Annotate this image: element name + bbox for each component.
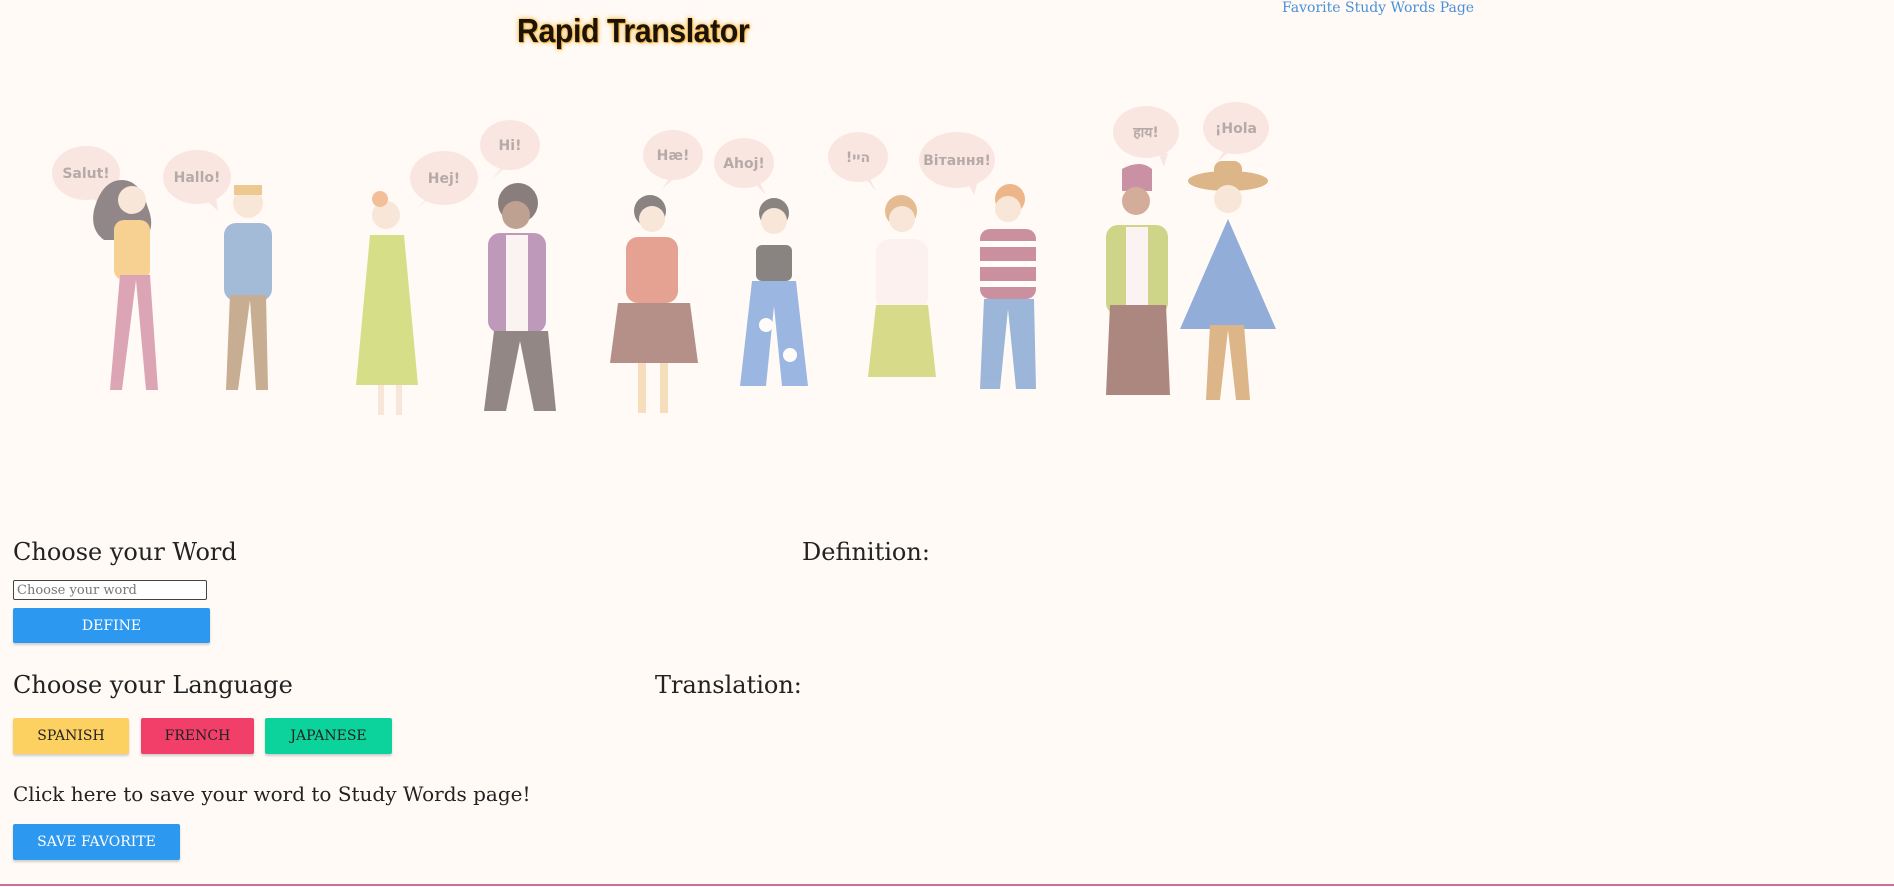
speech-bubble: Hallo! [163,150,231,211]
save-prompt-text: Click here to save your word to Study Wo… [13,782,531,806]
define-button[interactable]: DEFINE [13,608,210,643]
greeting-text: Вітання! [923,153,991,169]
speech-bubble: हाय! [1113,106,1179,167]
choose-word-heading: Choose your Word [13,538,237,566]
translation-label: Translation: [655,671,802,699]
people-greeting-illustration: Salut! Hallo! Hej! Hi! Hæ! Ahoj! !היי Ві… [52,102,1276,415]
japanese-button[interactable]: JAPANESE [265,718,392,754]
greeting-text: ¡Hola [1215,121,1257,137]
speech-bubble: Hej! [410,151,478,211]
person-figure [1180,161,1276,400]
person-figure [356,191,418,415]
greeting-text: Hi! [499,138,522,154]
speech-bubble: Hæ! [643,130,703,189]
person-figure [484,183,556,411]
word-input[interactable] [13,580,207,600]
page-title: Rapid Translator [517,12,750,49]
choose-language-heading: Choose your Language [13,671,293,699]
greeting-text: Hæ! [657,148,690,164]
french-button[interactable]: FRENCH [141,718,254,754]
person-figure [980,184,1036,389]
speech-bubble: !היי [828,132,888,191]
speech-bubble: Вітання! [919,132,995,195]
greeting-text: हाय! [1132,125,1159,141]
definition-label: Definition: [802,538,930,566]
speech-bubble: Ahoj! [714,138,774,195]
favorite-study-words-link[interactable]: Favorite Study Words Page [1282,0,1474,16]
speech-bubble: ¡Hola [1203,102,1269,163]
person-figure [740,198,808,386]
greeting-text: Hallo! [174,170,221,186]
person-figure [224,185,272,390]
save-favorite-button[interactable]: SAVE FAVORITE [13,824,180,860]
spanish-button[interactable]: SPANISH [13,718,129,754]
greeting-text: Ahoj! [723,156,765,172]
speech-bubble: Hi! [480,120,540,179]
bottom-divider [0,884,1894,886]
greeting-text: !היי [846,150,870,166]
person-figure [93,180,158,390]
person-figure [610,195,698,413]
greeting-text: Salut! [62,166,109,182]
person-figure [868,195,936,377]
person-figure [1106,164,1170,395]
greeting-text: Hej! [428,171,460,187]
